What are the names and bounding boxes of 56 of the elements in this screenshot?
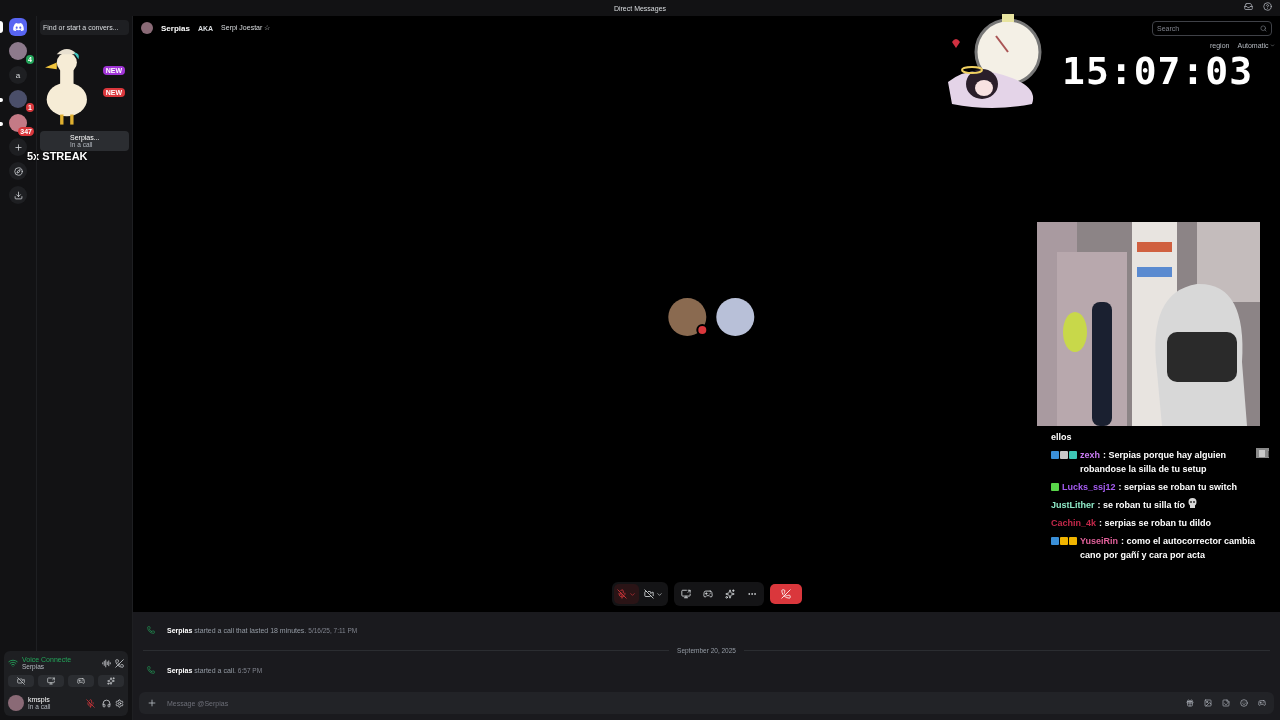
server-avatar[interactable] <box>9 42 27 60</box>
download-icon <box>13 190 23 200</box>
camera-button[interactable] <box>8 675 34 687</box>
chat-message: zexh : Serpias porque hay alguien robandose la silla de tu setup <box>1080 449 1228 476</box>
chat-message: JustLither : se roban tu silla tío <box>1051 499 1186 512</box>
gamepad-icon <box>1258 699 1266 707</box>
chat-message: Cachin_4k : serpias se roban tu dildo <box>1051 517 1212 530</box>
chevron-down-icon <box>655 590 663 598</box>
audio-icon <box>102 658 111 668</box>
gift-icon <box>1186 699 1194 707</box>
discover-button[interactable] <box>9 162 27 180</box>
mic-off-icon <box>616 589 627 599</box>
gamepad-icon <box>77 677 85 685</box>
sticker-icon <box>1222 699 1230 707</box>
chat-message: ellos <box>1051 431 1072 444</box>
chat-message: Lucks_ssj12 : serpias se roban tu switch <box>1062 481 1238 494</box>
sparkles-icon <box>724 589 735 599</box>
phone-icon <box>147 626 155 634</box>
screen-share-icon <box>47 677 55 685</box>
search-icon <box>1260 24 1267 32</box>
chevron-down-icon <box>628 590 636 598</box>
timer: 15:07:03 <box>1062 52 1254 90</box>
gamepad-icon <box>702 589 713 599</box>
home-logo[interactable] <box>9 18 27 36</box>
share-screen-button[interactable] <box>38 675 64 687</box>
signal-icon <box>8 658 18 668</box>
soundboard-button[interactable] <box>98 675 124 687</box>
discord-logo-icon <box>12 23 24 31</box>
disconnect-icon <box>115 658 124 668</box>
settings-icon <box>115 698 124 708</box>
add-server-button[interactable] <box>9 138 27 156</box>
mic-button[interactable] <box>83 696 98 710</box>
compass-icon <box>13 166 23 176</box>
camera-off-icon <box>643 589 654 599</box>
emoji-icon <box>1240 699 1248 707</box>
plus-icon <box>147 698 157 708</box>
user-avatar <box>8 695 24 711</box>
camera-off-icon <box>17 677 25 685</box>
activity-button[interactable] <box>68 675 94 687</box>
mic-off-icon <box>86 698 95 708</box>
chat-message: YuseiRin : como el autocorrector cambia cano por gañí y cara por acta <box>1080 535 1257 562</box>
headphones-icon <box>102 698 111 708</box>
server-item[interactable]: a <box>9 66 27 84</box>
screen-share-icon <box>680 589 691 599</box>
phone-off-icon <box>780 589 791 599</box>
sparkles-icon <box>107 677 115 685</box>
help-icon <box>1263 2 1272 11</box>
inbox-icon <box>1244 2 1253 11</box>
chevron-down-icon <box>1269 43 1275 48</box>
hang-up-button[interactable] <box>769 584 802 604</box>
image-icon <box>1204 699 1212 707</box>
channel-name: Serpias <box>161 23 190 33</box>
phone-icon <box>147 666 155 674</box>
plus-icon <box>13 142 23 152</box>
user-avatar <box>141 22 153 34</box>
download-button[interactable] <box>9 186 27 204</box>
